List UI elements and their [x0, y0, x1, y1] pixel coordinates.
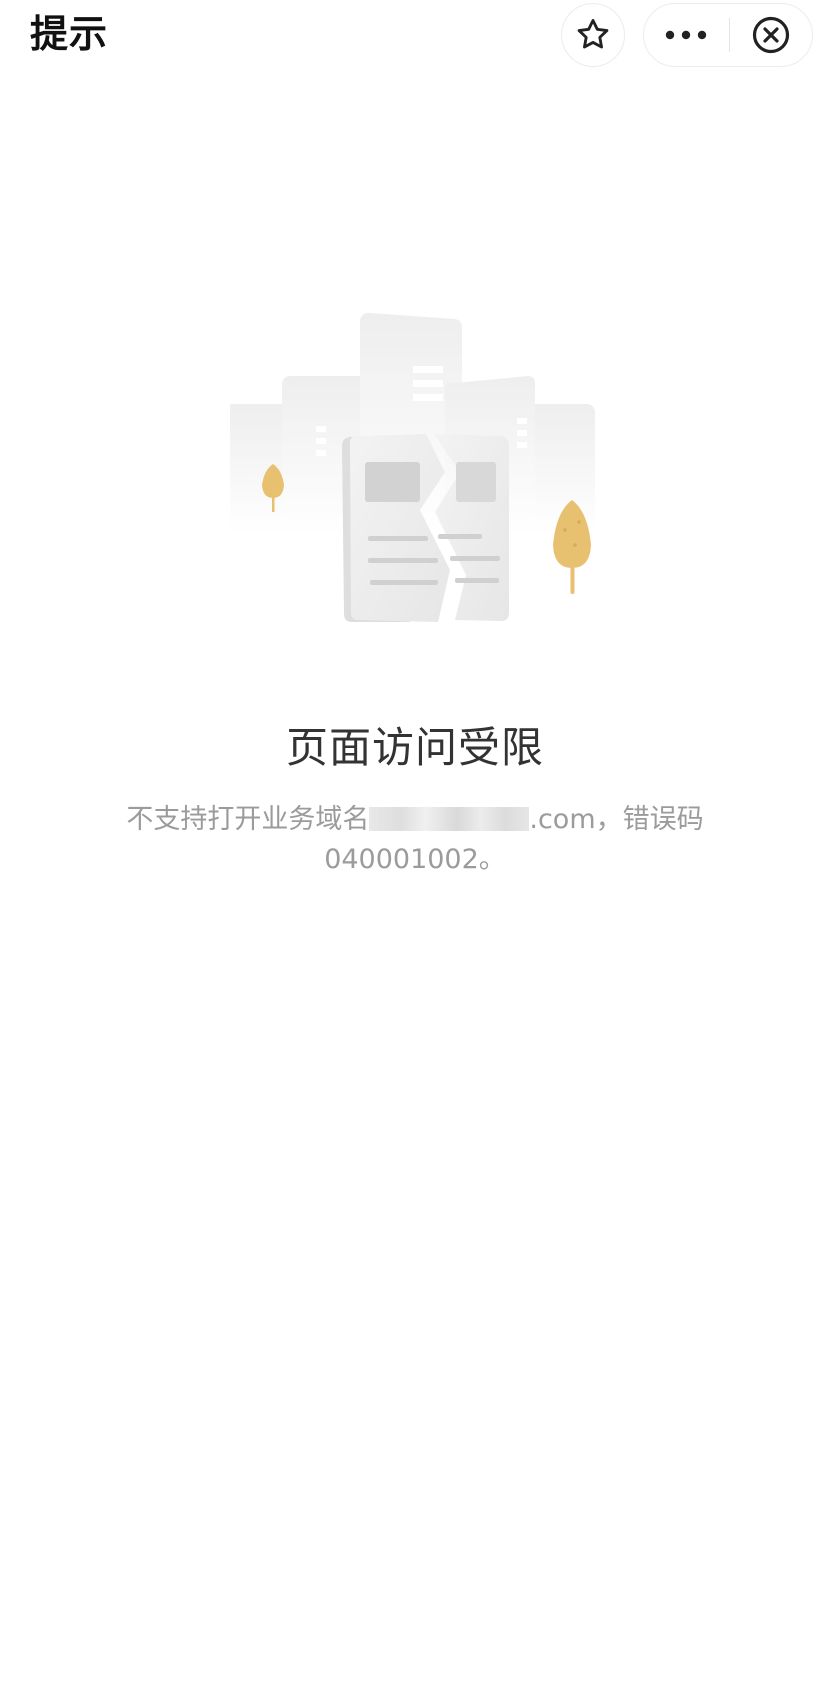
error-message-domain-suffix: .com [529, 804, 596, 835]
broken-page-icon [342, 434, 509, 622]
close-button[interactable] [730, 4, 812, 66]
page-title: 提示 [30, 12, 109, 56]
more-dots-icon [665, 30, 707, 40]
favorite-button[interactable] [561, 3, 625, 67]
redacted-domain [369, 807, 530, 831]
star-icon [577, 19, 609, 49]
error-title: 页面访问受限 [285, 723, 544, 772]
menu-capsule [643, 3, 813, 67]
more-button[interactable] [644, 4, 728, 66]
top-navigation-bar: 提示 [0, 0, 830, 70]
close-circle-icon [752, 16, 790, 54]
error-message-prefix: 不支持打开业务域名 [126, 804, 370, 835]
broken-page-illustration [230, 312, 595, 622]
error-message: 不支持打开业务域名 .com，错误码040001002。 [50, 800, 780, 880]
